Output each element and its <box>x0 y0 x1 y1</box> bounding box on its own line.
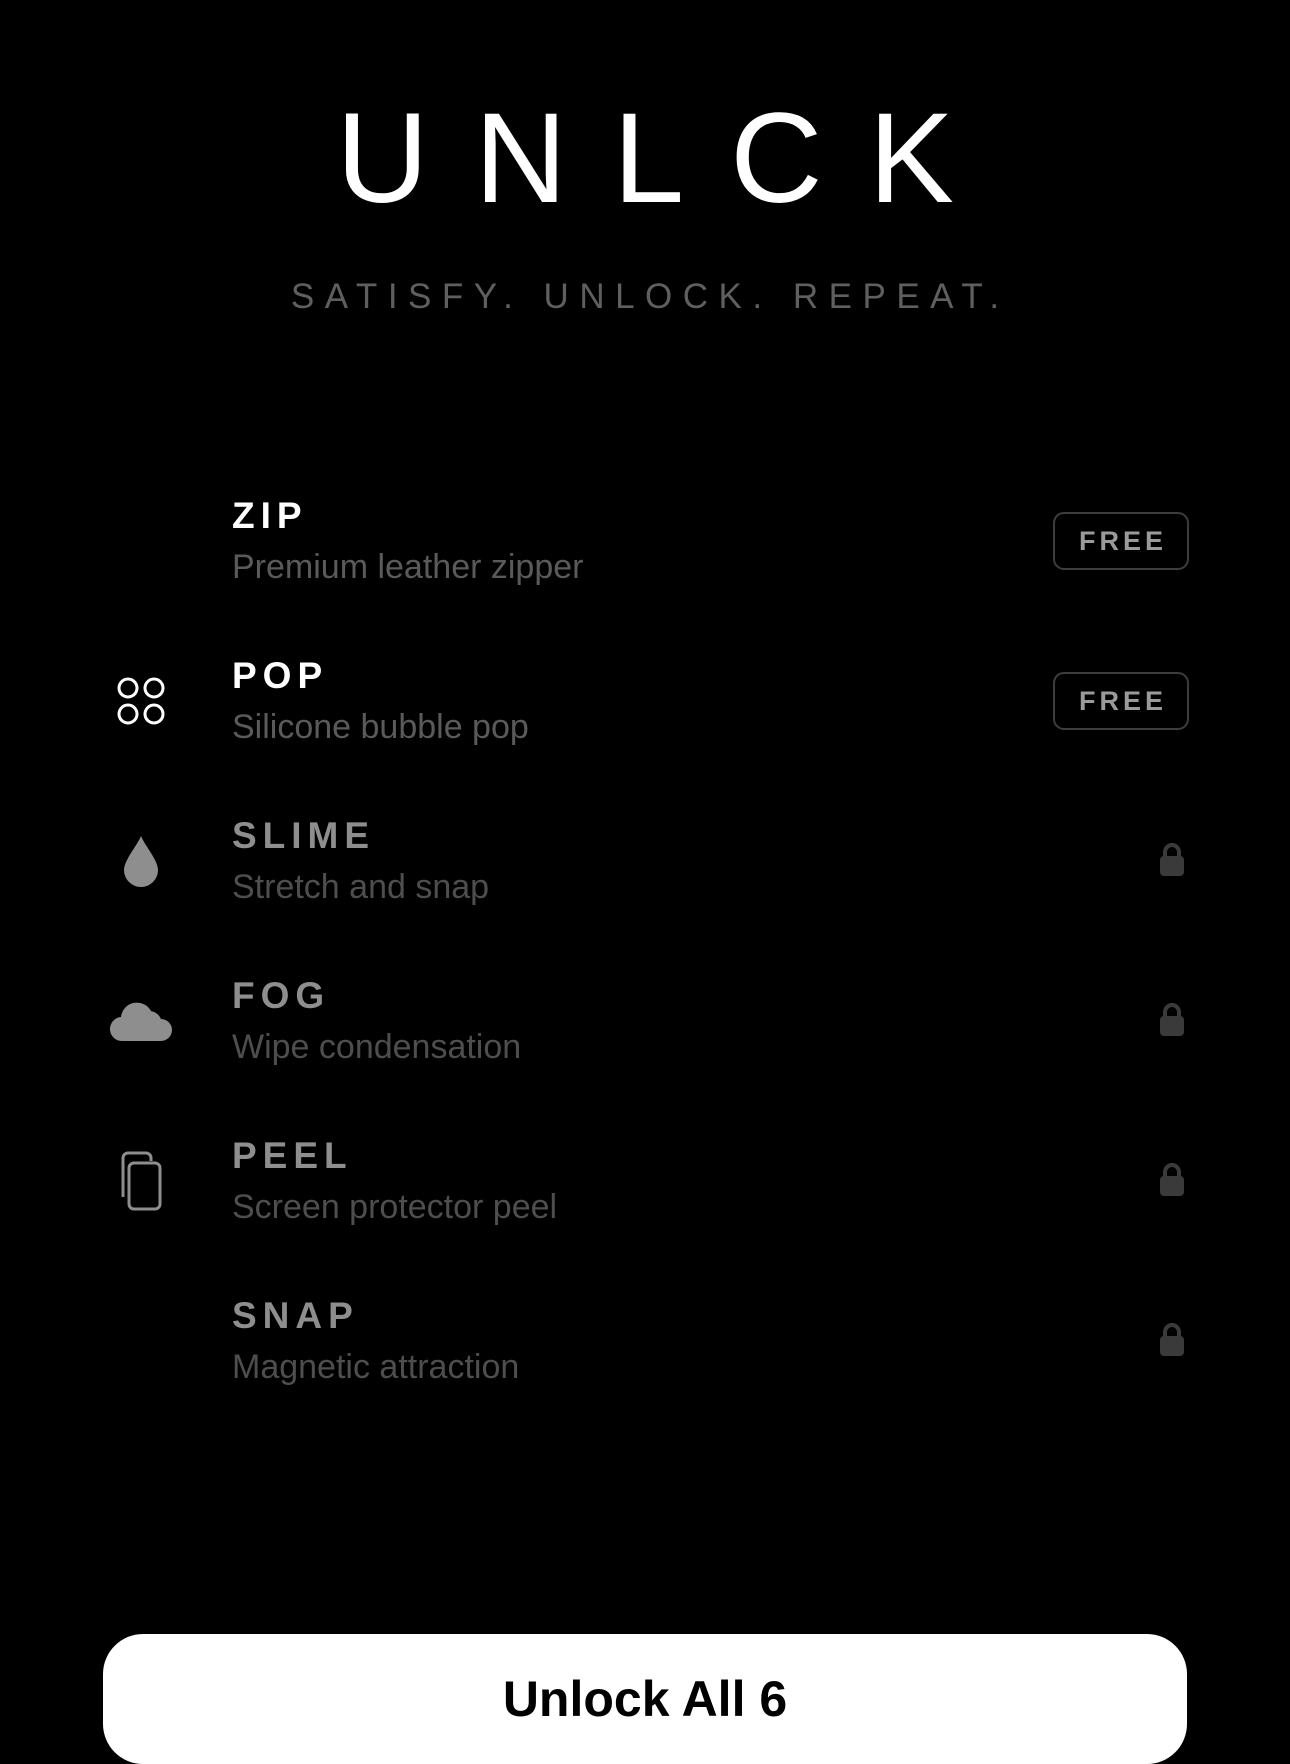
experience-description: Magnetic attraction <box>232 1348 520 1386</box>
tagline: SATISFY. UNLOCK. REPEAT. <box>290 277 1010 316</box>
experience-name: ZIP <box>232 495 308 536</box>
lock-icon <box>1158 1161 1186 1197</box>
experience-name: SNAP <box>232 1295 359 1336</box>
experience-description: Screen protector peel <box>232 1188 558 1226</box>
stacked-pages-icon <box>100 1140 182 1222</box>
experience-name: POP <box>232 655 329 696</box>
experience-row-fog[interactable]: FOG Wipe condensation <box>100 960 1190 1090</box>
drop-icon <box>100 820 182 902</box>
four-circles-icon <box>100 660 182 742</box>
free-badge: FREE <box>1053 512 1189 570</box>
experience-name: FOG <box>232 975 331 1016</box>
experience-row-pop[interactable]: POP Silicone bubble pop FREE <box>100 640 1190 770</box>
unlock-all-label: Unlock All 6 <box>502 1671 788 1727</box>
experience-description: Silicone bubble pop <box>232 708 529 746</box>
experience-description: Wipe condensation <box>232 1028 522 1066</box>
lock-icon <box>1158 1001 1186 1037</box>
unlock-all-button[interactable]: Unlock All 6 <box>103 1634 1187 1764</box>
experience-name: PEEL <box>232 1135 353 1176</box>
app-title: UNLCK <box>336 87 1000 230</box>
experience-name: SLIME <box>232 815 376 856</box>
cloud-icon <box>100 980 182 1062</box>
experience-description: Premium leather zipper <box>232 548 584 586</box>
experience-row-slime[interactable]: SLIME Stretch and snap <box>100 800 1190 930</box>
experience-row-peel[interactable]: PEEL Screen protector peel <box>100 1120 1190 1250</box>
lock-icon <box>1158 1321 1186 1357</box>
lock-icon <box>1158 841 1186 877</box>
experience-description: Stretch and snap <box>232 868 490 906</box>
experience-row-snap[interactable]: SNAP Magnetic attraction <box>100 1280 1190 1410</box>
free-badge: FREE <box>1053 672 1189 730</box>
experience-row-zip[interactable]: ZIP Premium leather zipper FREE <box>100 480 1190 610</box>
